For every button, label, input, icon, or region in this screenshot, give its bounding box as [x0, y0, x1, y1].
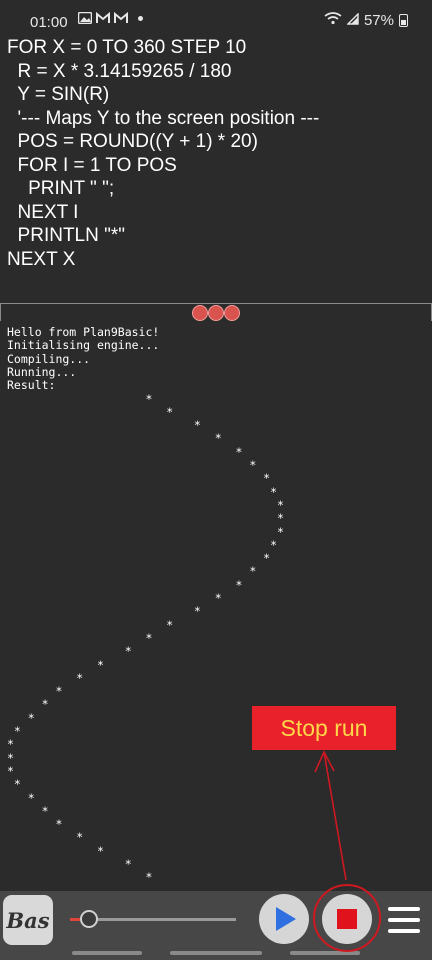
bas-logo-button[interactable]: Bas	[3, 895, 53, 945]
console-line: *	[7, 630, 153, 645]
system-nav-bar	[0, 946, 432, 960]
console-line: *	[7, 604, 201, 619]
code-line[interactable]: PRINT " ";	[7, 177, 114, 201]
nav-back-indicator[interactable]	[72, 951, 142, 955]
battery-icon	[399, 14, 408, 27]
panel-splitter-handle[interactable]	[0, 303, 432, 322]
console-line: *	[7, 737, 14, 752]
console-line: *	[7, 484, 278, 499]
console-line: *	[7, 511, 284, 526]
status-bar: 01:00 57%	[0, 0, 432, 36]
splitter-grip-icon	[208, 305, 224, 321]
splitter-grip-icon	[192, 305, 208, 321]
code-line[interactable]: PRINTLN "*"	[7, 224, 125, 248]
console-output: Hello from Plan9Basic! Initialising engin…	[0, 321, 432, 891]
console-line: *	[7, 471, 271, 486]
console-line: *	[7, 577, 243, 592]
console-line: *	[7, 657, 104, 672]
screen: 01:00 57% FOR X = 0 TO 360 STEP 10 R = X…	[0, 0, 432, 960]
speed-slider-thumb[interactable]	[80, 910, 98, 928]
console-line: *	[7, 391, 153, 406]
console-line: *	[7, 644, 132, 659]
signal-icon	[346, 12, 359, 29]
stop-run-button[interactable]	[322, 894, 372, 944]
console-line: *	[7, 830, 84, 845]
run-button[interactable]	[259, 894, 309, 944]
console-line: *	[7, 777, 21, 792]
console-line: *	[7, 431, 222, 446]
nav-recents-indicator[interactable]	[290, 951, 360, 955]
code-line[interactable]: R = X * 3.14159265 / 180	[7, 60, 232, 84]
console-line: Running...	[7, 364, 77, 379]
console-line: *	[7, 870, 153, 885]
console-line: *	[7, 843, 104, 858]
console-line: *	[7, 803, 49, 818]
code-editor[interactable]: FOR X = 0 TO 360 STEP 10 R = X * 3.14159…	[0, 36, 432, 302]
console-line: *	[7, 564, 257, 579]
console-line: *	[7, 591, 222, 605]
console-line: Result:	[7, 378, 56, 393]
console-line: *	[7, 763, 14, 778]
status-right-icons: 57%	[324, 12, 408, 29]
console-line: *	[7, 418, 201, 433]
code-line[interactable]: NEXT X	[7, 248, 75, 272]
stop-icon	[337, 909, 357, 929]
code-line[interactable]: '--- Maps Y to the screen position ---	[7, 107, 320, 131]
console-line: *	[7, 551, 271, 566]
console-line: *	[7, 524, 284, 539]
status-left-icons	[77, 11, 143, 25]
play-icon	[276, 907, 296, 931]
splitter-grip-icon	[224, 305, 240, 321]
console-line: *	[7, 670, 84, 685]
nav-home-indicator[interactable]	[170, 951, 262, 955]
hamburger-menu-icon[interactable]	[388, 907, 420, 933]
console-line: Compiling...	[7, 351, 91, 366]
console-line: *	[7, 710, 35, 725]
gmail-icon	[96, 11, 110, 24]
console-line: *	[7, 750, 14, 765]
stop-run-callout: Stop run	[252, 706, 396, 750]
console-line: Hello from Plan9Basic!	[7, 325, 160, 339]
code-line[interactable]: FOR I = 1 TO POS	[7, 154, 177, 178]
notification-dot-icon	[138, 15, 143, 21]
console-line: *	[7, 817, 63, 832]
console-line: *	[7, 444, 243, 459]
console-line: *	[7, 857, 132, 871]
gallery-icon	[77, 11, 93, 25]
wifi-icon	[324, 12, 342, 29]
code-line[interactable]: POS = ROUND((Y + 1) * 20)	[7, 130, 258, 154]
code-line[interactable]: FOR X = 0 TO 360 STEP 10	[7, 36, 246, 60]
console-line: *	[7, 790, 35, 805]
console-line: Initialising engine...	[7, 338, 160, 353]
console-line: *	[7, 724, 21, 738]
gmail-icon	[114, 11, 128, 24]
battery-percent: 57%	[363, 12, 394, 29]
console-line: *	[7, 684, 63, 699]
code-line[interactable]: NEXT I	[7, 201, 79, 225]
console-line: *	[7, 617, 174, 632]
console-line: *	[7, 697, 49, 712]
code-line[interactable]: Y = SIN(R)	[7, 83, 109, 107]
console-line: *	[7, 497, 284, 512]
console-line: *	[7, 537, 278, 552]
console-line: *	[7, 458, 257, 472]
console-line: *	[7, 404, 174, 419]
status-time: 01:00	[30, 14, 68, 31]
